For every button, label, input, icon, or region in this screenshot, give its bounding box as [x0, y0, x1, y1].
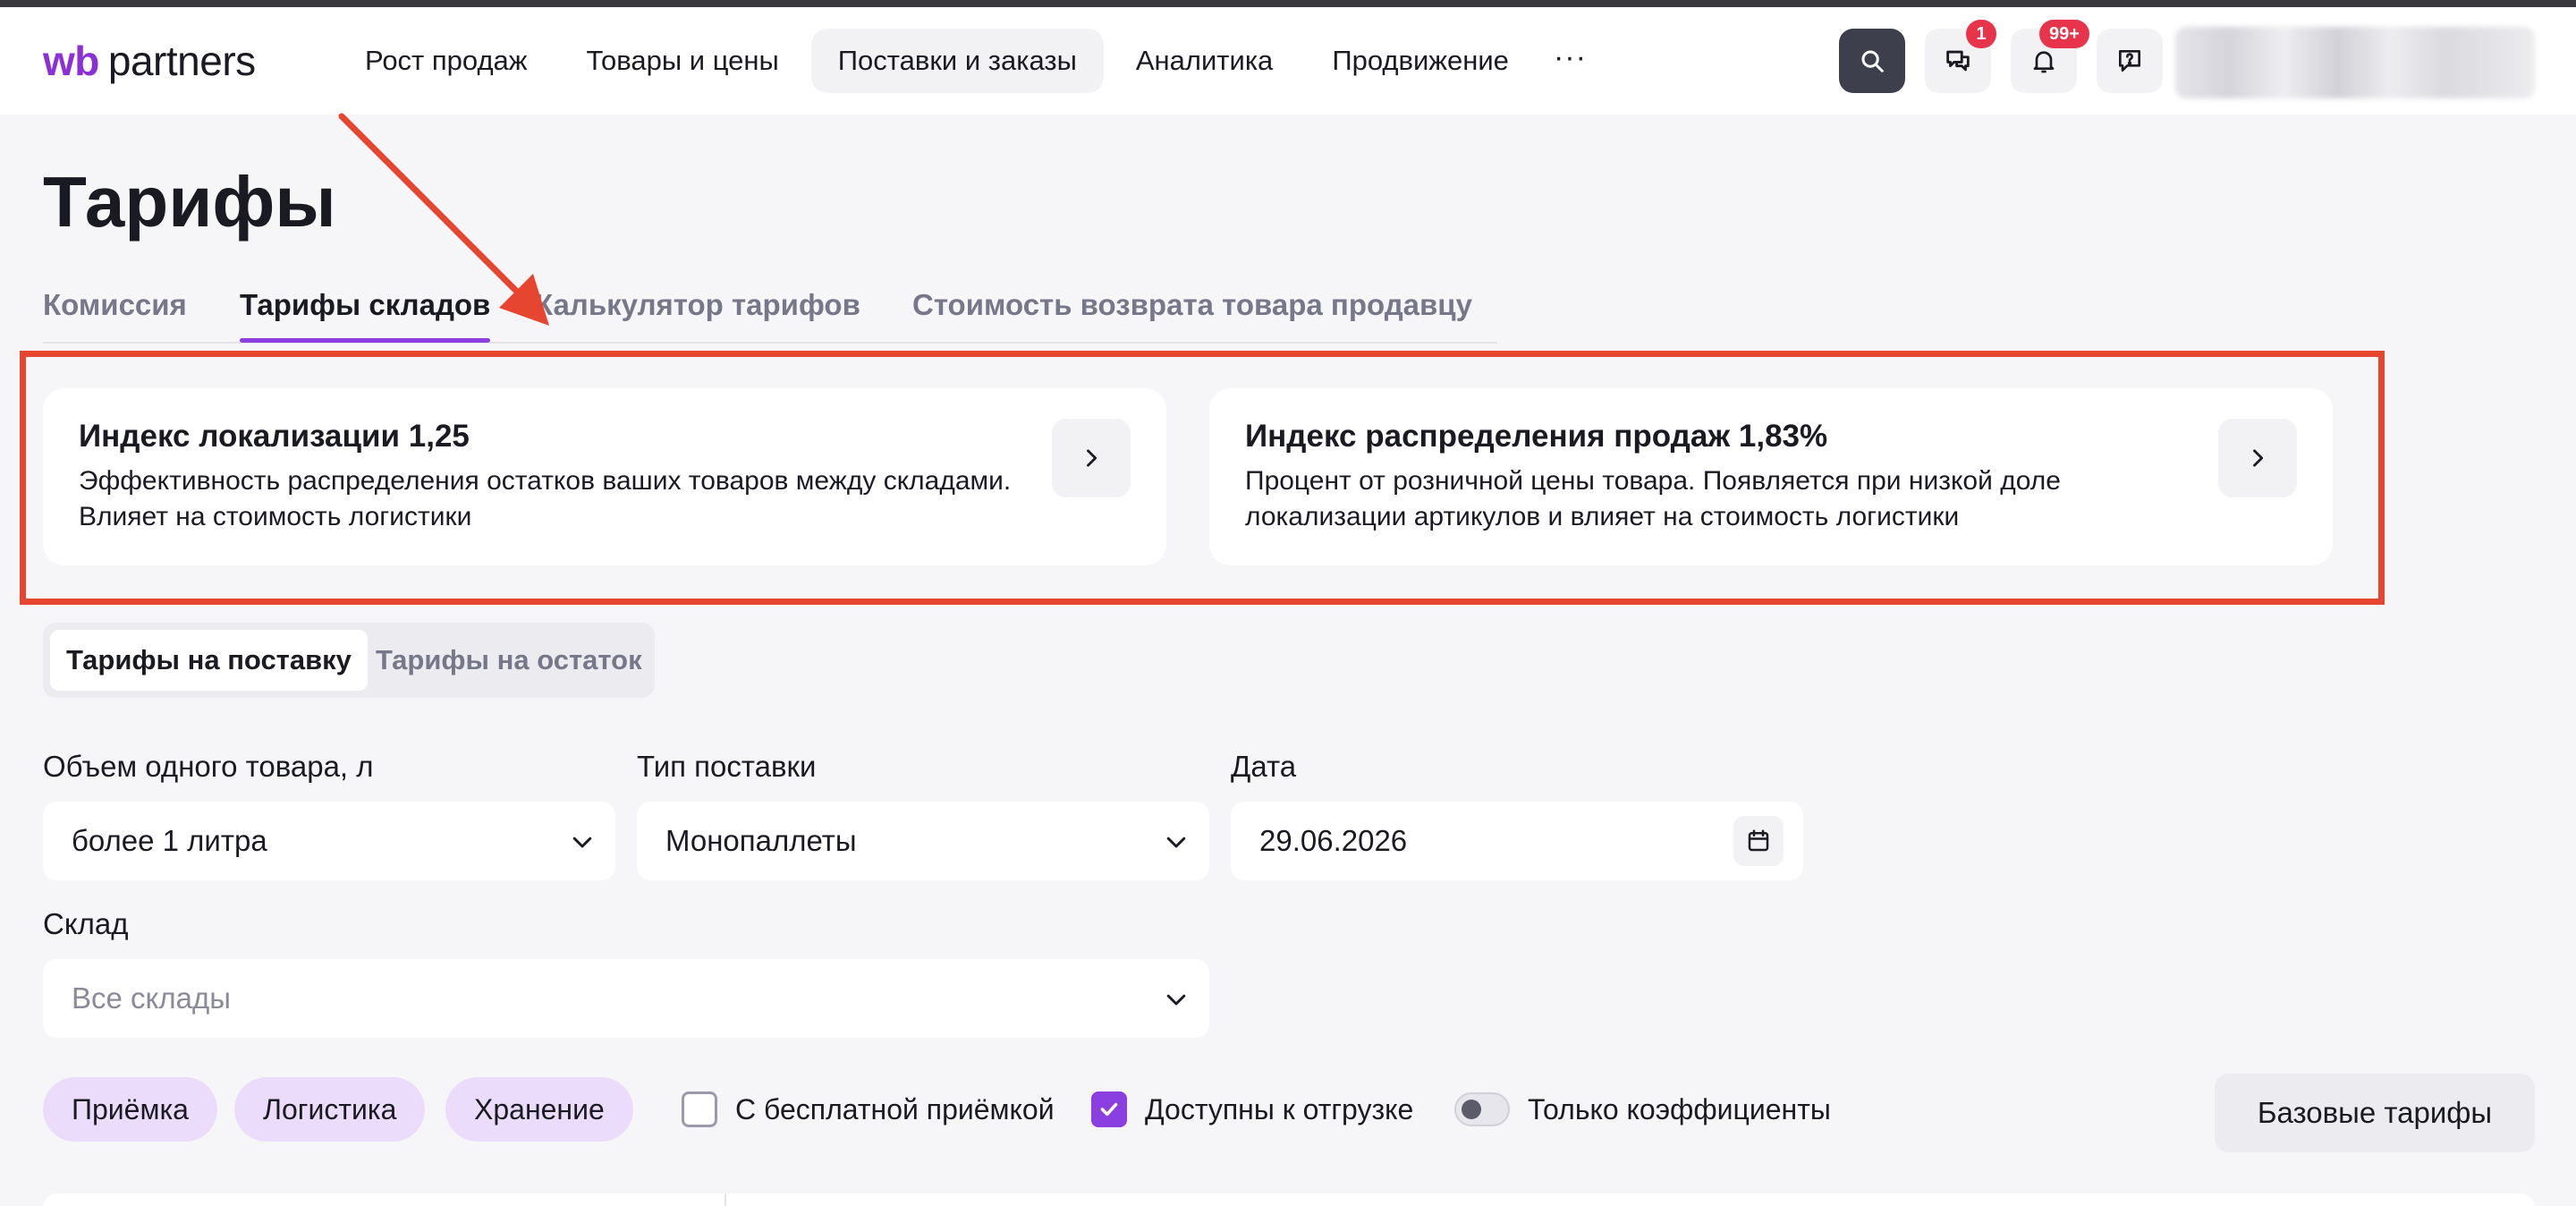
logo-wb: wb — [43, 38, 99, 84]
base-tariffs-button[interactable]: Базовые тарифы — [2215, 1074, 2535, 1152]
volume-label: Объем одного товара, л — [43, 750, 374, 783]
nav-item-supplies-orders[interactable]: Поставки и заказы — [810, 29, 1104, 93]
free-acceptance-label: С бесплатной приёмкой — [735, 1092, 1055, 1125]
warehouse-select[interactable]: Все склады — [43, 959, 1209, 1038]
tab-commission[interactable]: Комиссия — [43, 285, 187, 326]
window-top-border — [0, 0, 2576, 7]
page-title: Тарифы — [43, 162, 336, 242]
volume-value: более 1 литра — [72, 824, 267, 857]
bell-icon — [2033, 51, 2055, 73]
top-header: wb partners Рост продаж Товары и цены По… — [0, 7, 2576, 115]
main-nav: Рост продаж Товары и цены Поставки и зак… — [338, 29, 1599, 93]
support-button[interactable] — [2097, 29, 2163, 93]
logo-partners: partners — [107, 38, 256, 84]
coefficients-only-toggle[interactable] — [1454, 1092, 1510, 1126]
notifications-button[interactable]: 99+ — [2011, 20, 2089, 93]
notifications-badge: 99+ — [2039, 20, 2089, 48]
chip-logistics[interactable]: Логистика — [234, 1077, 426, 1142]
segment-stock-tariffs[interactable]: Тарифы на остаток — [360, 630, 658, 691]
volume-select[interactable]: более 1 литра — [43, 802, 615, 880]
checkmark-icon — [1100, 1102, 1118, 1117]
warehouse-label: Склад — [43, 907, 129, 940]
chevron-down-icon — [572, 837, 592, 848]
chevron-down-icon — [1166, 994, 1186, 1006]
supply-type-label: Тип поставки — [637, 750, 817, 783]
tab-warehouse-tariffs[interactable]: Тарифы складов — [240, 285, 491, 343]
available-option[interactable]: Доступны к отгрузке — [1091, 1090, 1413, 1129]
supply-type-select[interactable]: Монопаллеты — [637, 802, 1209, 880]
annotation-highlight-box — [20, 351, 2385, 605]
date-value: 29.06.2026 — [1259, 824, 1408, 857]
date-label: Дата — [1231, 750, 1297, 783]
chat-badge: 1 — [1966, 20, 1996, 48]
help-chat-icon — [2119, 50, 2140, 72]
nav-item-sales-growth[interactable]: Рост продаж — [338, 29, 555, 93]
tab-tariff-calculator[interactable]: Калькулятор тарифов — [535, 285, 860, 326]
chat-button[interactable]: 1 — [1925, 20, 1996, 93]
calendar-button[interactable] — [1733, 816, 1784, 866]
warehouse-placeholder: Все склады — [72, 981, 231, 1015]
chip-acceptance[interactable]: Приёмка — [43, 1077, 217, 1142]
segment-supply-tariffs[interactable]: Тарифы на поставку — [50, 630, 368, 691]
wb-partners-logo[interactable]: wb partners — [43, 34, 256, 88]
tariffs-table — [43, 1193, 2535, 1206]
nav-item-analytics[interactable]: Аналитика — [1109, 29, 1300, 93]
tariff-type-segmented-control: Тарифы на поставку Тарифы на остаток — [43, 623, 655, 698]
tariff-tabs: Комиссия Тарифы складов Калькулятор тари… — [43, 285, 1497, 344]
coefficients-only-label: Только коэффициенты — [1528, 1092, 1831, 1125]
free-acceptance-checkbox[interactable] — [682, 1091, 717, 1127]
free-acceptance-option[interactable]: С бесплатной приёмкой — [682, 1090, 1055, 1129]
search-button[interactable] — [1839, 29, 1905, 93]
user-profile-blurred[interactable] — [2175, 27, 2535, 98]
chat-icon — [1946, 50, 1970, 72]
chevron-down-icon — [1166, 837, 1186, 848]
coefficients-only-option[interactable]: Только коэффициенты — [1454, 1090, 1831, 1129]
available-checkbox[interactable] — [1091, 1091, 1127, 1127]
date-input[interactable]: 29.06.2026 — [1231, 802, 1803, 880]
nav-item-products-prices[interactable]: Товары и цены — [560, 29, 806, 93]
nav-item-promotion[interactable]: Продвижение — [1305, 29, 1536, 93]
available-label: Доступны к отгрузке — [1145, 1092, 1414, 1125]
tab-return-cost[interactable]: Стоимость возврата товара продавцу — [912, 285, 1472, 326]
nav-more-button[interactable]: ··· — [1541, 29, 1599, 93]
search-icon — [1861, 50, 1884, 72]
chip-storage[interactable]: Хранение — [445, 1077, 633, 1142]
calendar-icon — [1748, 829, 1769, 852]
supply-type-value: Монопаллеты — [665, 824, 857, 857]
table-column-divider — [724, 1193, 726, 1206]
